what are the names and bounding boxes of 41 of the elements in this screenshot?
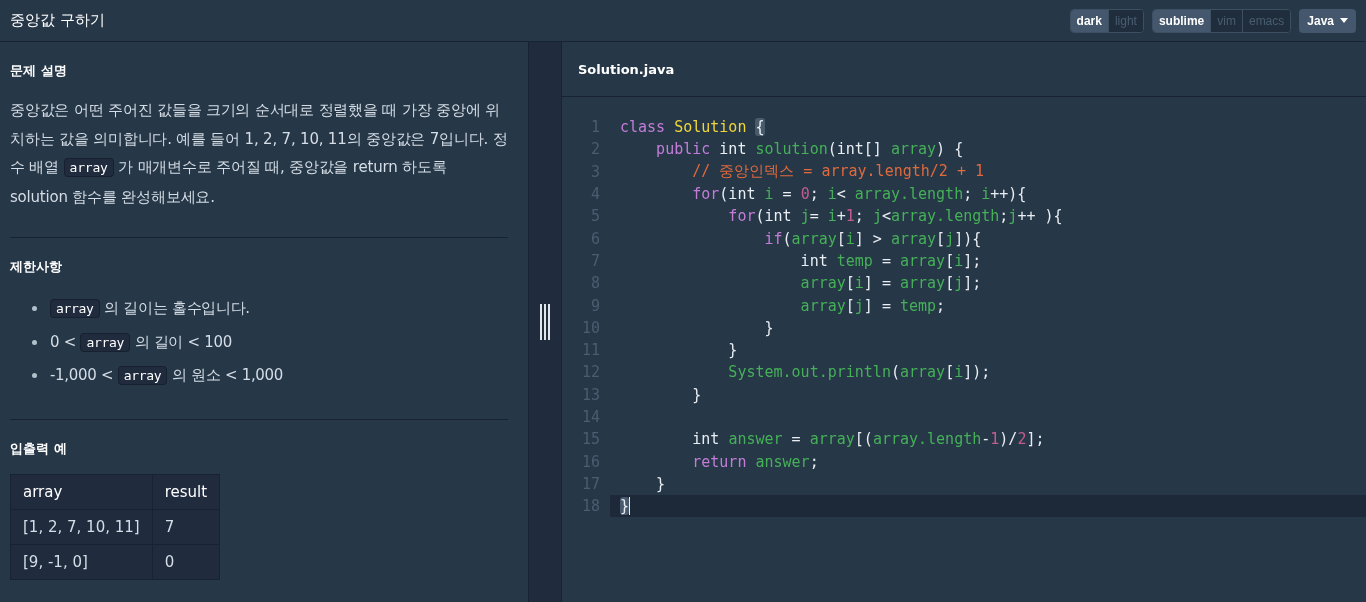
bullet-icon xyxy=(32,306,37,312)
code-line: public int solution(int[] array) { xyxy=(655,140,964,159)
code-line: } xyxy=(655,474,666,493)
code-line: // 중앙인덱스 = array.length/2 + 1 xyxy=(691,162,984,182)
file-tab[interactable]: Solution.java xyxy=(578,61,675,77)
text-cursor xyxy=(629,497,631,516)
code-line: System.out.println(array[i]); xyxy=(727,363,991,382)
table-cell: 0 xyxy=(152,544,220,579)
section-heading: 입출력 예 xyxy=(10,439,68,458)
constraint-text: -1,000 < array 의 원소 < 1,000 xyxy=(50,366,284,386)
code-line: array[i] = array[j]; xyxy=(799,274,982,293)
toggle-option[interactable]: sublime xyxy=(1152,9,1211,32)
toggle-option[interactable]: dark xyxy=(1070,9,1108,32)
code-line: for(int i = 0; i< array.length; i++){ xyxy=(691,185,1027,204)
column-header: array xyxy=(10,474,153,509)
section-heading: 제한사항 xyxy=(10,258,63,276)
code-line: } xyxy=(727,341,738,360)
code-line: } xyxy=(620,497,630,516)
page-title: 중앙값 구하기 xyxy=(10,11,105,30)
code-line: return answer; xyxy=(691,452,819,471)
table-cell: [9, -1, 0] xyxy=(10,544,153,579)
code-line: } xyxy=(763,318,774,337)
code-line: int answer = array[(array.length-1)/2]; xyxy=(691,430,1045,449)
table-cell: 7 xyxy=(152,509,220,544)
problem-description: 중앙값은 어떤 주어진 값들을 크기의 순서대로 정렬했을 때 가장 중앙에 위치하는 값을 의미합니다. 예를 들어 1, 2, 7, 10, 11의 중앙값은 7입니다. 정수 배열 array 가 매개변수로 주어질 때, 중앙값을 return 하도록 solution 함수를 완성해보세요. xyxy=(10,100,508,208)
bullet-icon xyxy=(32,373,37,379)
language-dropdown[interactable]: Java xyxy=(1299,8,1356,33)
bullet-icon xyxy=(32,339,37,345)
code-line: array[j] = temp; xyxy=(799,296,946,315)
drag-handle-icon[interactable] xyxy=(540,304,550,340)
constraint-text: 0 < array 의 길이 < 100 xyxy=(50,332,233,352)
caret-icon xyxy=(1340,18,1348,23)
table-cell: [1, 2, 7, 10, 11] xyxy=(10,509,153,544)
code-line: for(int j= i+1; j<array.length;j++ ){ xyxy=(727,207,1063,226)
code-line: } xyxy=(691,385,702,404)
code-line: class Solution { xyxy=(620,118,765,137)
section-heading: 문제 설명 xyxy=(10,62,68,80)
code-line: int temp = array[i]; xyxy=(799,251,982,270)
code-line: if(array[i] > array[j]){ xyxy=(763,229,982,248)
column-header: result xyxy=(152,474,220,509)
constraint-text: array 의 길이는 홀수입니다. xyxy=(50,299,250,319)
